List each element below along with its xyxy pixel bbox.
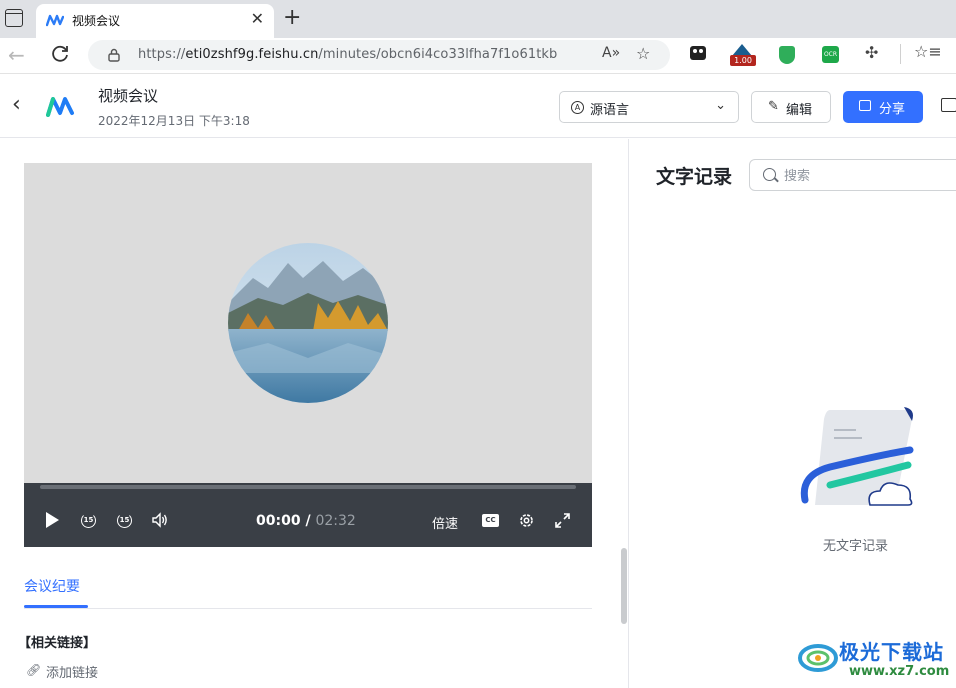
edit-button[interactable]: ✎ 编辑 [751, 91, 831, 123]
transcript-search[interactable] [749, 159, 956, 191]
meeting-date: 2022年12月13日 下午3:18 [98, 114, 250, 128]
favorites-icon[interactable]: ☆≡ [914, 42, 942, 61]
extension-badge-icon[interactable]: 1.00 [730, 44, 756, 66]
browser-toolbar: ← https://eti0zshf9g.feishu.cn/minutes/o… [0, 38, 956, 74]
chevron-down-icon: ⌄ [715, 98, 726, 113]
extension-badge-count: 1.00 [730, 55, 756, 66]
empty-transcript-text: 无文字记录 [823, 539, 889, 554]
language-select[interactable]: A 源语言 ⌄ [559, 91, 739, 123]
address-bar[interactable]: https://eti0zshf9g.feishu.cn/minutes/obc… [88, 40, 670, 70]
share-lock-icon [859, 100, 871, 111]
volume-icon[interactable] [152, 512, 168, 528]
tab-meeting-summary[interactable]: 会议纪要 [24, 576, 80, 596]
feishu-minutes-favicon-icon [46, 14, 64, 27]
back-chevron-icon[interactable]: ‹ [12, 92, 21, 117]
player-controls: 15 15 00:00 / 02:32 倍速 CC [24, 483, 592, 547]
browser-back-icon[interactable]: ← [8, 43, 25, 67]
pencil-icon: ✎ [768, 99, 779, 114]
captions-icon[interactable]: CC [482, 514, 499, 527]
extensions-puzzle-icon[interactable]: ✣ [865, 43, 878, 62]
read-aloud-icon[interactable]: A» [602, 45, 620, 61]
tab-divider [24, 608, 592, 609]
fullscreen-icon[interactable] [554, 512, 571, 529]
related-links-heading: 【相关链接】 [18, 636, 97, 651]
search-icon [763, 168, 776, 181]
tab-title: 视频会议 [72, 14, 121, 28]
forward-15-icon[interactable]: 15 [117, 513, 132, 528]
meeting-title: 视频会议 [98, 87, 159, 105]
playback-speed-button[interactable]: 倍速 [432, 513, 458, 532]
transcript-title: 文字记录 [656, 166, 733, 188]
watermark-logo-icon [798, 644, 838, 672]
tab-actions-icon[interactable] [5, 9, 23, 27]
language-select-value: 源语言 [590, 103, 630, 118]
extension-ocr-icon[interactable]: OCR [822, 46, 839, 63]
toolbar-divider [900, 44, 901, 64]
watermark-name: 极光下载站 [839, 640, 944, 664]
translate-icon: A [571, 101, 584, 114]
play-icon[interactable] [46, 512, 59, 528]
link-icon: 🔗︎ [26, 663, 42, 677]
browser-tab-active[interactable]: 视频会议 ✕ [36, 4, 274, 38]
total-time: 02:32 [315, 513, 356, 529]
present-icon[interactable] [941, 98, 956, 112]
left-panel-scrollbar[interactable] [621, 548, 627, 624]
feishu-minutes-logo-icon [46, 97, 74, 117]
watermark: 极光下载站 www.xz7.com [795, 632, 955, 688]
video-cover-image [228, 243, 388, 403]
video-player[interactable] [24, 163, 592, 483]
reload-icon[interactable] [48, 42, 72, 66]
panel-divider [628, 139, 629, 688]
tab-close-icon[interactable]: ✕ [251, 10, 264, 28]
extension-tiles-icon[interactable] [690, 46, 706, 60]
gear-icon[interactable] [518, 512, 535, 529]
app-header: ‹ 视频会议 2022年12月13日 下午3:18 A 源语言 ⌄ ✎ 编辑 分… [0, 74, 956, 138]
share-button-label: 分享 [879, 102, 906, 117]
share-button[interactable]: 分享 [843, 91, 923, 123]
watermark-url: www.xz7.com [849, 664, 950, 679]
search-input[interactable] [784, 166, 944, 186]
empty-transcript-illustration [800, 407, 914, 506]
current-time: 00:00 [256, 513, 301, 529]
extension-shield-icon[interactable] [779, 46, 795, 64]
playback-time: 00:00 / 02:32 [256, 513, 356, 529]
browser-tab-bar: 视频会议 ✕ + [0, 0, 956, 38]
add-link-label: 添加链接 [46, 666, 99, 681]
new-tab-icon[interactable]: + [283, 6, 301, 30]
progress-bar[interactable] [40, 485, 576, 489]
lock-icon[interactable] [108, 48, 120, 62]
edit-button-label: 编辑 [786, 103, 813, 118]
address-url: https://eti0zshf9g.feishu.cn/minutes/obc… [138, 47, 558, 62]
add-favorite-icon[interactable]: ☆ [636, 44, 650, 63]
rewind-15-icon[interactable]: 15 [81, 513, 96, 528]
